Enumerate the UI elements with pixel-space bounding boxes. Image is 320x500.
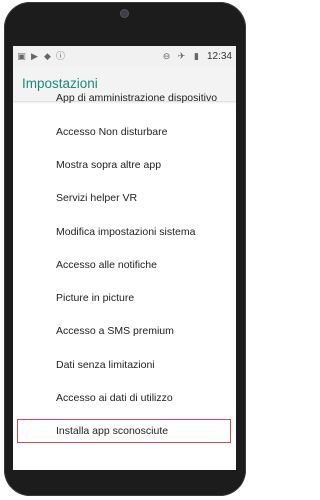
front-camera xyxy=(121,10,128,17)
list-item-label: Accesso a SMS premium xyxy=(56,324,174,337)
status-left-icons: ▣ ▶ ◆ ⓘ xyxy=(17,50,66,61)
bottom-bezel xyxy=(13,470,236,488)
list-item-label: Servizi helper VR xyxy=(56,191,138,204)
list-item-label: Accesso alle notifiche xyxy=(56,258,157,271)
info-icon: ⓘ xyxy=(56,50,66,61)
list-item[interactable]: Accesso Non disturbare xyxy=(13,115,236,148)
list-item-label: Accesso Non disturbare xyxy=(56,125,168,138)
list-item[interactable]: Accesso a SMS premium xyxy=(13,314,236,347)
list-item-label: Dati senza limitazioni xyxy=(56,358,155,371)
settings-list[interactable]: App di amministrazione dispositivo Acces… xyxy=(13,92,236,470)
status-time: 12:34 xyxy=(206,50,232,62)
status-bar: ▣ ▶ ◆ ⓘ ⊖ ✈ ▮ 12:34 xyxy=(13,46,236,66)
list-item[interactable]: Accesso alle notifiche xyxy=(13,248,236,281)
play-store-icon: ▶ xyxy=(31,50,38,61)
status-right-icons: ⊖ ✈ ▮ 12:34 xyxy=(162,51,232,62)
highlight-box xyxy=(17,419,231,443)
list-item-label: App di amministrazione dispositivo xyxy=(56,92,218,104)
app-bar-title: Impostazioni xyxy=(22,76,98,91)
list-item[interactable]: App di amministrazione dispositivo xyxy=(13,92,236,104)
android-icon: ◆ xyxy=(44,50,51,61)
list-item-label: Accesso ai dati di utilizzo xyxy=(56,391,173,404)
airplane-icon: ✈ xyxy=(177,50,186,61)
list-item[interactable]: Accesso ai dati di utilizzo xyxy=(13,381,236,414)
battery-icon: ▮ xyxy=(193,50,199,61)
list-item-label: Modifica impostazioni sistema xyxy=(56,225,196,238)
list-item[interactable]: Mostra sopra altre app xyxy=(13,148,236,181)
list-item[interactable]: Modifica impostazioni sistema xyxy=(13,215,236,248)
do-not-disturb-icon: ⊖ xyxy=(162,50,171,61)
sim-icon: ▣ xyxy=(17,50,26,61)
list-item[interactable]: Dati senza limitazioni xyxy=(13,348,236,381)
list-item-label: Mostra sopra altre app xyxy=(56,158,162,171)
list-item[interactable]: Servizi helper VR xyxy=(13,181,236,214)
list-item-label: Picture in picture xyxy=(56,291,135,304)
list-item[interactable]: Picture in picture xyxy=(13,281,236,314)
